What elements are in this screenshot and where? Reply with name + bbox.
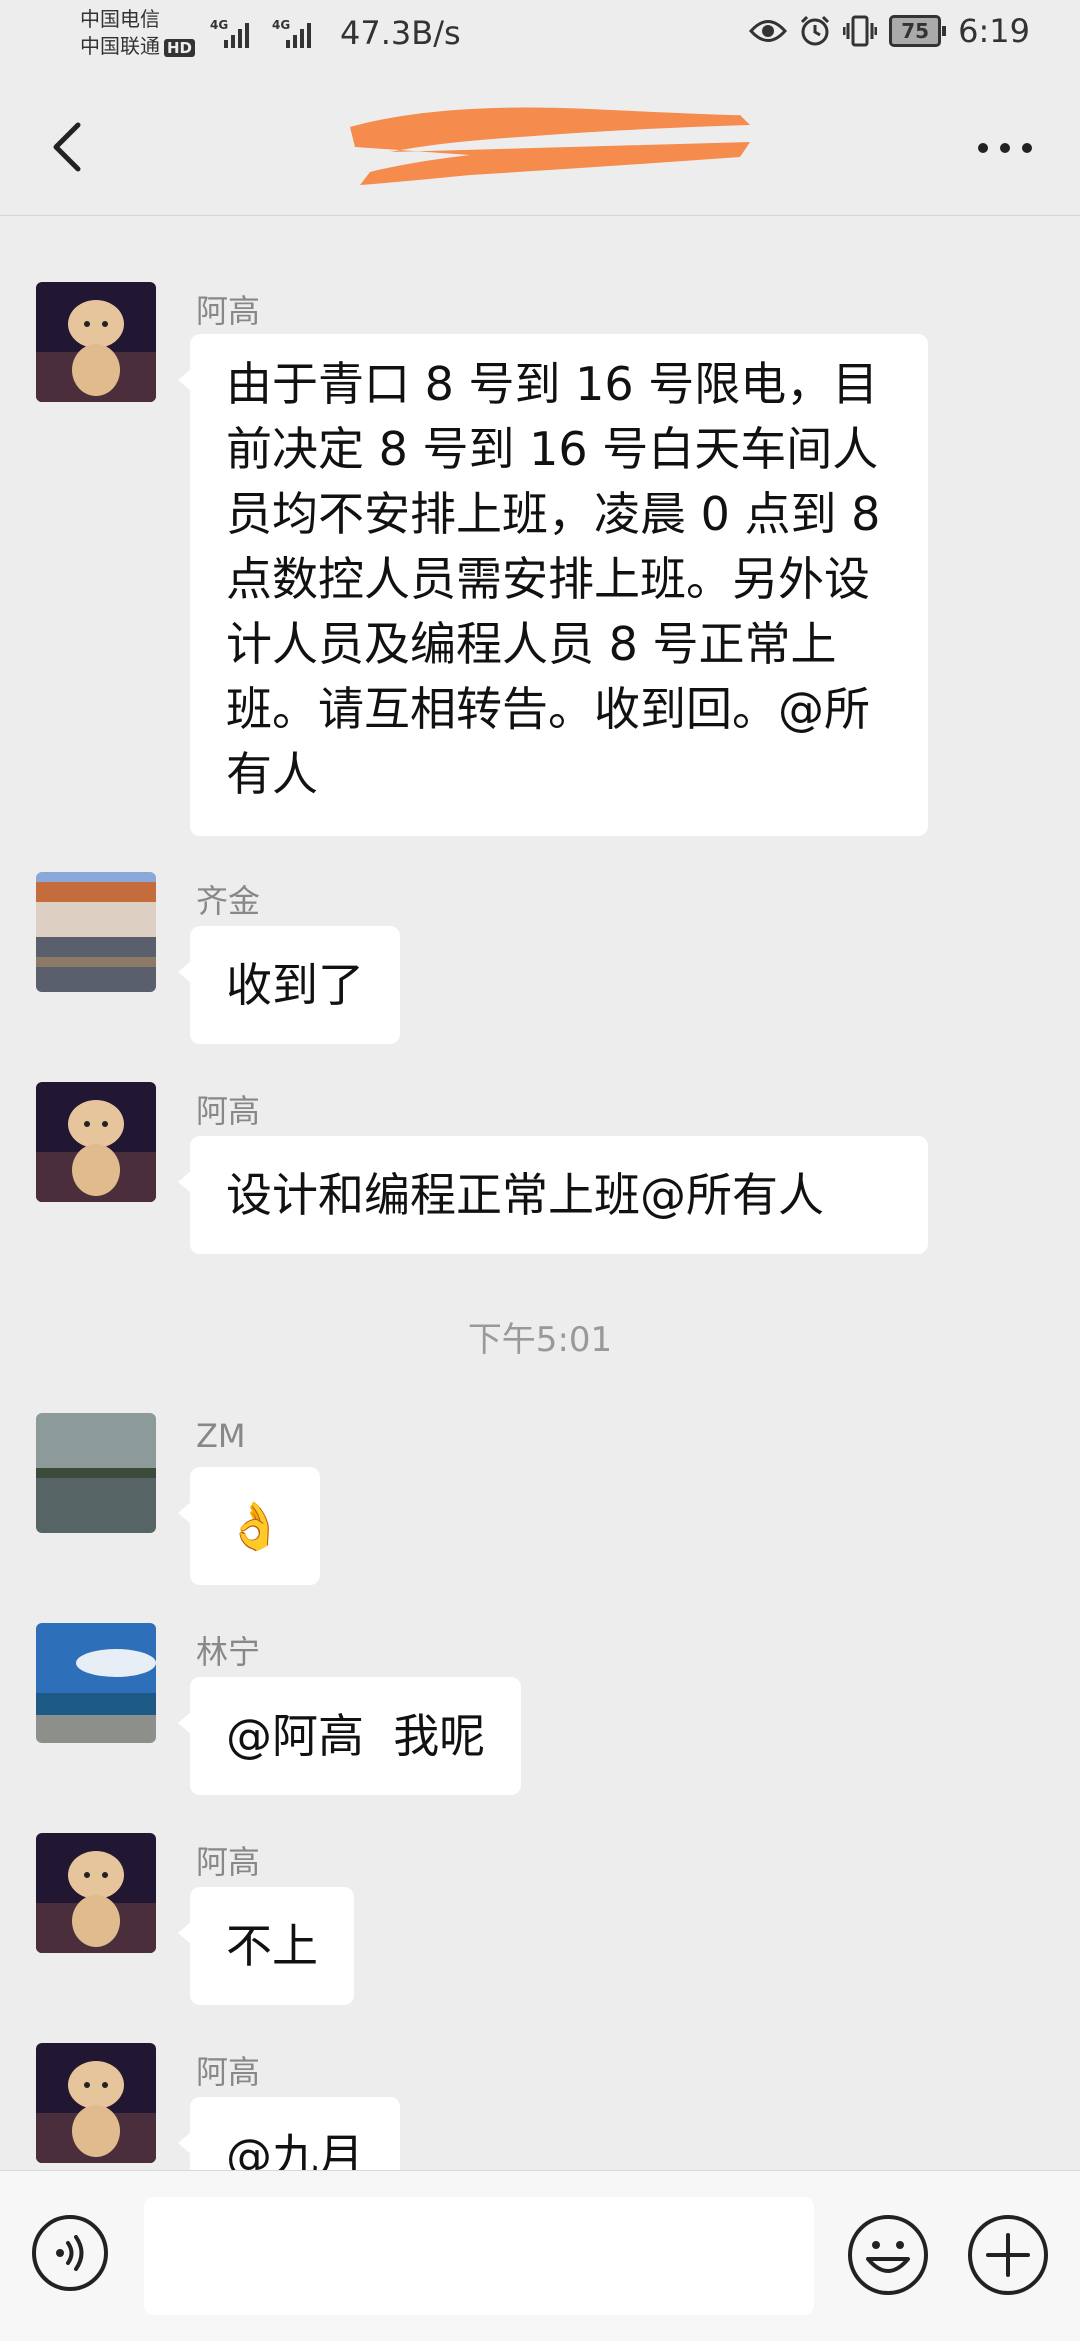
avatar[interactable] <box>36 1413 156 1533</box>
voice-icon[interactable] <box>30 2213 110 2293</box>
message-item: 阿高 @九月 <box>0 2043 1080 2170</box>
avatar[interactable] <box>36 1623 156 1743</box>
sender-name: 齐金 <box>196 882 261 920</box>
sender-name: 阿高 <box>196 1092 261 1130</box>
message-bubble[interactable]: @阿高 我呢 <box>177 1677 522 1795</box>
status-bar: 中国电信 中国联通 HD 4G 4G 47.3B/s 75 6:19 <box>0 0 1080 75</box>
message-bubble[interactable]: 不上 <box>178 1887 354 2005</box>
network-speed: 47.3B/s <box>340 14 461 52</box>
timestamp: 下午5:01 <box>467 1320 613 1360</box>
message-bubble[interactable]: 👌 <box>178 1467 320 1585</box>
more-dots-icon[interactable] <box>970 123 1040 173</box>
message-bubble[interactable]: 设计和编程正常上班@所有人 <box>178 1136 928 1254</box>
clock-time: 6:19 <box>958 12 1030 50</box>
avatar[interactable] <box>36 872 156 992</box>
battery-level: 75 <box>889 15 942 47</box>
avatar[interactable] <box>36 1082 156 1202</box>
avatar[interactable] <box>36 2043 156 2163</box>
avatar[interactable] <box>36 282 156 402</box>
avatar[interactable] <box>36 1833 156 1953</box>
carrier-1: 中国电信 <box>80 7 160 31</box>
carrier-2: 中国联通 <box>80 34 160 58</box>
battery-icon: 75 <box>889 15 947 47</box>
chat-header <box>0 75 1080 216</box>
sender-name: 阿高 <box>196 1843 261 1881</box>
carrier-labels: 中国电信 中国联通 HD <box>80 6 196 60</box>
sender-name: 阿高 <box>196 292 261 330</box>
hd-badge: HD <box>164 39 196 57</box>
message-bubble[interactable]: 收到了 <box>178 926 400 1044</box>
emoji-icon[interactable] <box>846 2213 930 2297</box>
message-bubble[interactable]: 由于青口 8 号到 16 号限电，目前决定 8 号到 16 号白天车间人员均不安… <box>178 334 928 836</box>
eye-icon <box>749 20 788 42</box>
message-bubble[interactable]: @九月 <box>178 2097 400 2170</box>
sender-name: 阿高 <box>196 2053 261 2091</box>
input-bar <box>0 2170 1080 2341</box>
sender-name: ZM <box>196 1417 246 1455</box>
alarm-icon <box>801 15 830 46</box>
plus-icon[interactable] <box>966 2213 1050 2297</box>
message-input[interactable] <box>144 2197 814 2315</box>
sender-name: 林宁 <box>196 1633 261 1671</box>
chevron-left-icon[interactable] <box>40 117 100 177</box>
vibrate-icon <box>843 15 878 47</box>
chat-title-redacted <box>350 107 750 185</box>
